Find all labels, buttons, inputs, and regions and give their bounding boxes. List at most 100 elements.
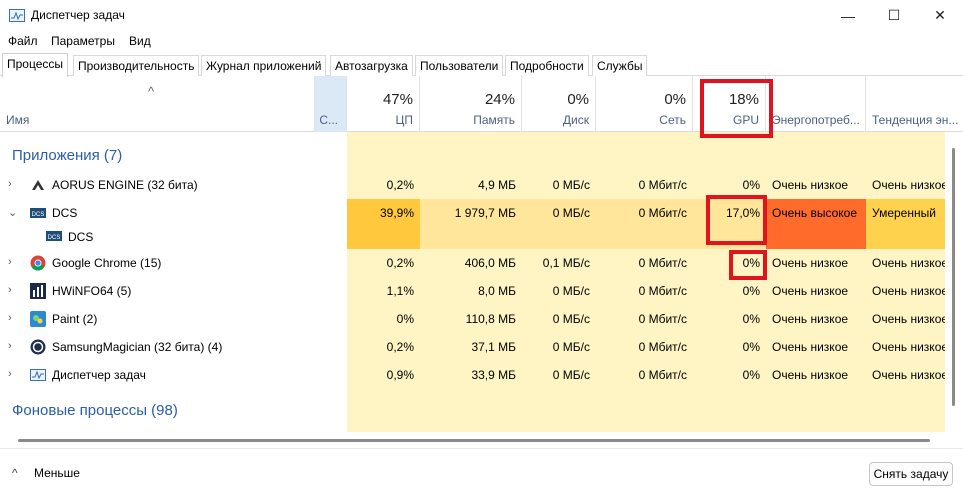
header-trend[interactable]: Тенденция эн... xyxy=(866,76,963,132)
column-header: ^ Имя С... 47% ЦП 24% Память 0% Диск 0% … xyxy=(0,76,963,132)
chevron-right-icon[interactable]: › xyxy=(8,256,12,268)
table-row[interactable]: › HWiNFO64 (5) 1,1% 8,0 МБ 0 МБ/с 0 Мбит… xyxy=(0,277,945,305)
header-cpu[interactable]: 47% ЦП xyxy=(347,76,420,132)
power-cell: Очень низкое xyxy=(772,284,849,298)
disk-cell: 0 МБ/с xyxy=(552,312,590,326)
tab-details[interactable]: Подробности xyxy=(505,55,589,76)
menu-options[interactable]: Параметры xyxy=(51,34,115,48)
chevron-right-icon[interactable]: › xyxy=(8,312,12,324)
group-apps[interactable]: Приложения (7) xyxy=(12,147,122,164)
cpu-cell: 39,9% xyxy=(379,206,414,220)
svg-text:DCS: DCS xyxy=(48,235,61,241)
tab-startup[interactable]: Автозагрузка xyxy=(330,55,413,76)
gpu-cell: 0% xyxy=(742,284,760,298)
network-cell: 0 Мбит/с xyxy=(638,206,687,220)
horizontal-scroll-thumb[interactable] xyxy=(18,439,930,442)
sort-up-icon: ^ xyxy=(148,84,155,99)
header-name-label: Имя xyxy=(6,113,30,127)
tab-strip: Процессы Производительность Журнал прило… xyxy=(0,53,963,77)
horizontal-scrollbar[interactable] xyxy=(0,432,963,448)
table-row[interactable]: › Paint (2) 0% 110,8 МБ 0 МБ/с 0 Мбит/с … xyxy=(0,305,945,333)
tab-users[interactable]: Пользователи xyxy=(415,55,504,76)
power-cell: Очень низкое xyxy=(772,312,849,326)
menu-file[interactable]: Файл xyxy=(8,34,38,48)
vertical-scroll-thumb[interactable] xyxy=(952,148,955,406)
task-manager-app-icon xyxy=(9,9,25,22)
process-name: HWiNFO64 (5) xyxy=(52,284,132,298)
paint-icon xyxy=(30,311,46,327)
gpu-cell: 0% xyxy=(742,340,760,354)
chevron-down-icon[interactable]: ⌄ xyxy=(8,206,17,219)
maximize-button[interactable]: ☐ xyxy=(871,0,917,31)
network-cell: 0 Мбит/с xyxy=(638,284,687,298)
tab-processes[interactable]: Процессы xyxy=(2,53,69,77)
process-name: AORUS ENGINE (32 бита) xyxy=(52,178,198,192)
header-status-label: С... xyxy=(319,113,338,127)
tab-app-history[interactable]: Журнал приложений xyxy=(201,55,327,76)
close-button[interactable]: ✕ xyxy=(917,0,963,31)
power-cell: Очень низкое xyxy=(772,256,849,270)
tab-performance[interactable]: Производительность xyxy=(73,55,200,76)
group-background-processes[interactable]: Фоновые процессы (98) xyxy=(12,402,178,419)
table-row[interactable]: › Диспетчер задач 0,9% 33,9 МБ 0 МБ/с 0 … xyxy=(0,361,945,389)
trend-cell: Очень низкое xyxy=(872,256,945,270)
disk-cell: 0,1 МБ/с xyxy=(542,256,590,270)
fewer-details-label: Меньше xyxy=(34,466,80,480)
process-list: Приложения (7) › AORUS ENGINE (32 бита) … xyxy=(0,132,945,432)
chevron-right-icon[interactable]: › xyxy=(8,340,12,352)
dcs-icon: DCS xyxy=(46,228,62,244)
table-row[interactable]: › AORUS ENGINE (32 бита) 0,2% 4,9 МБ 0 М… xyxy=(0,171,945,199)
chevron-right-icon[interactable]: › xyxy=(8,284,12,296)
power-cell: Очень низкое xyxy=(772,368,849,382)
header-cpu-label: ЦП xyxy=(395,113,413,127)
trend-cell: Умеренный xyxy=(872,206,936,220)
minimize-button[interactable]: — xyxy=(825,0,871,31)
chrome-gpu-highlight xyxy=(729,250,767,280)
network-cell: 0 Мбит/с xyxy=(638,178,687,192)
header-status[interactable]: С... xyxy=(315,76,347,132)
fewer-details-button[interactable]: ^ Меньше xyxy=(12,463,92,483)
svg-text:DCS: DCS xyxy=(32,212,45,218)
process-name: DCS xyxy=(52,206,78,220)
cpu-cell: 0,2% xyxy=(386,256,414,270)
header-network[interactable]: 0% Сеть xyxy=(596,76,693,132)
memory-cell: 4,9 МБ xyxy=(478,178,516,192)
trend-cell: Очень низкое xyxy=(872,312,945,326)
memory-cell: 110,8 МБ xyxy=(465,312,516,326)
task-manager-icon xyxy=(30,367,46,383)
power-cell: Очень высокое xyxy=(772,206,858,220)
header-power-label: Энергопотреб... xyxy=(772,113,860,127)
vertical-scrollbar[interactable] xyxy=(945,132,963,432)
header-memory-label: Память xyxy=(473,113,515,127)
end-task-button[interactable]: Снять задачу xyxy=(869,462,953,486)
header-disk[interactable]: 0% Диск xyxy=(522,76,596,132)
dcs-icon: DCS xyxy=(30,205,46,221)
chevron-up-icon: ^ xyxy=(12,466,18,480)
trend-cell: Очень низкое xyxy=(872,368,945,382)
table-row[interactable]: › Google Chrome (15) 0,2% 406,0 МБ 0,1 М… xyxy=(0,249,945,277)
memory-cell: 8,0 МБ xyxy=(478,284,516,298)
table-row[interactable]: › SamsungMagician (32 бита) (4) 0,2% 37,… xyxy=(0,333,945,361)
header-power[interactable]: Энергопотреб... xyxy=(766,76,866,132)
table-row[interactable]: DCS DCS xyxy=(0,224,945,249)
power-cell: Очень низкое xyxy=(772,340,849,354)
chevron-right-icon[interactable]: › xyxy=(8,368,12,380)
menu-view[interactable]: Вид xyxy=(129,34,151,48)
tab-services[interactable]: Службы xyxy=(592,55,648,76)
trend-cell: Очень низкое xyxy=(872,284,945,298)
gpu-cell: 0% xyxy=(742,312,760,326)
header-memory[interactable]: 24% Память xyxy=(420,76,522,132)
chevron-right-icon[interactable]: › xyxy=(8,178,12,190)
chrome-icon xyxy=(30,255,46,271)
memory-cell: 1 979,7 МБ xyxy=(454,206,516,220)
cpu-cell: 0,2% xyxy=(386,340,414,354)
network-cell: 0 Мбит/с xyxy=(638,368,687,382)
window-title: Диспетчер задач xyxy=(31,8,125,22)
header-disk-pct: 0% xyxy=(567,91,589,108)
disk-cell: 0 МБ/с xyxy=(552,206,590,220)
menu-bar: Файл Параметры Вид xyxy=(0,31,963,51)
memory-cell: 37,1 МБ xyxy=(471,340,516,354)
header-name[interactable]: ^ Имя xyxy=(0,76,315,132)
hwinfo-icon xyxy=(30,283,46,299)
cpu-cell: 0,2% xyxy=(386,178,414,192)
